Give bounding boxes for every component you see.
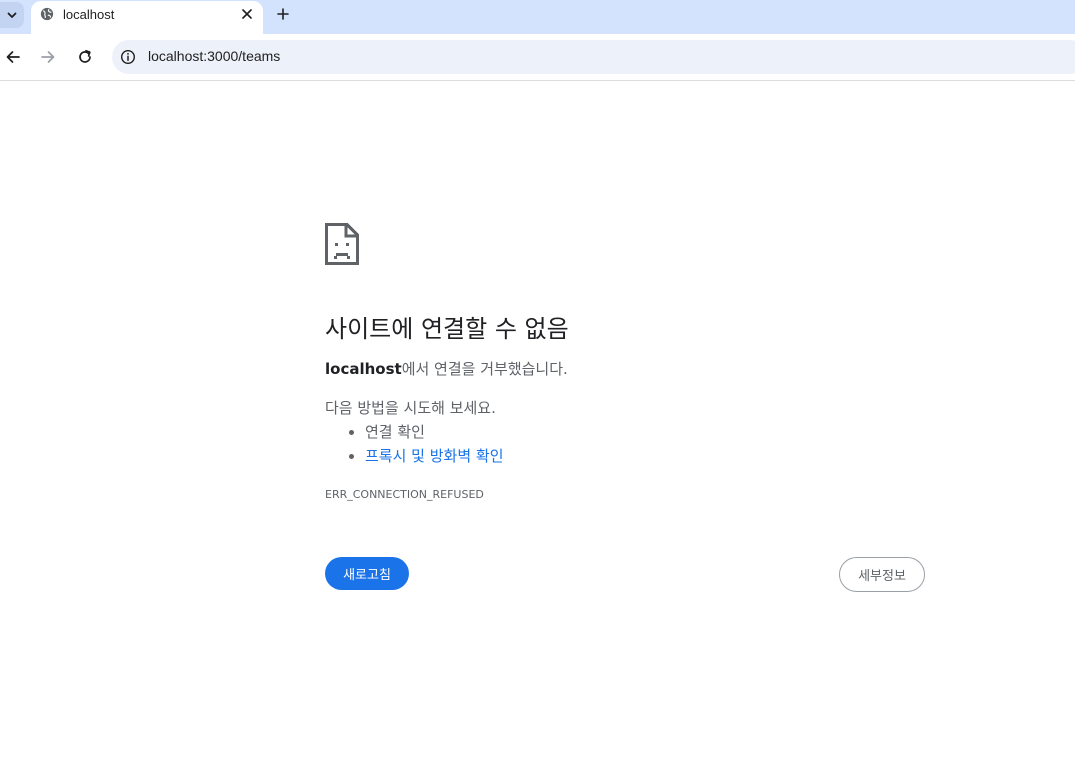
plus-icon [277, 8, 289, 20]
chevron-down-icon [7, 12, 17, 18]
browser-toolbar: localhost:3000/teams [0, 34, 1075, 81]
reload-button[interactable] [74, 46, 96, 68]
forward-arrow-icon [41, 51, 55, 63]
tab-title: localhost [63, 7, 115, 22]
suggestions-list: 연결 확인 프록시 및 방화벽 확인 [325, 420, 504, 468]
error-code: ERR_CONNECTION_REFUSED [325, 488, 484, 501]
error-host: localhost [325, 360, 402, 378]
reload-page-button[interactable]: 새로고침 [325, 557, 409, 590]
back-button[interactable] [2, 46, 24, 68]
error-description: localhost에서 연결을 거부했습니다. [325, 358, 568, 379]
browser-tab[interactable]: localhost [31, 1, 263, 34]
close-icon [242, 9, 252, 19]
suggestion-text: 연결 확인 [365, 423, 425, 441]
back-arrow-icon [6, 51, 20, 63]
details-button[interactable]: 세부정보 [839, 557, 925, 592]
tab-strip: localhost [0, 0, 1075, 34]
suggestions-label: 다음 방법을 시도해 보세요. [325, 399, 496, 417]
suggestion-check-proxy-firewall: 프록시 및 방화벽 확인 [365, 444, 504, 468]
forward-button[interactable] [37, 46, 59, 68]
address-bar[interactable]: localhost:3000/teams [112, 40, 1075, 74]
address-url[interactable]: localhost:3000/teams [148, 48, 280, 64]
tab-search-button[interactable] [0, 2, 24, 28]
info-icon[interactable] [120, 49, 136, 65]
new-tab-button[interactable] [274, 5, 292, 23]
sad-page-icon [325, 223, 359, 265]
reload-icon [79, 49, 91, 63]
globe-icon [40, 7, 54, 21]
suggestion-check-connection: 연결 확인 [365, 420, 504, 444]
error-heading: 사이트에 연결할 수 없음 [325, 315, 569, 343]
error-message: 에서 연결을 거부했습니다. [401, 360, 568, 378]
tab-close-button[interactable] [239, 6, 255, 22]
proxy-firewall-link[interactable]: 프록시 및 방화벽 확인 [365, 447, 504, 465]
